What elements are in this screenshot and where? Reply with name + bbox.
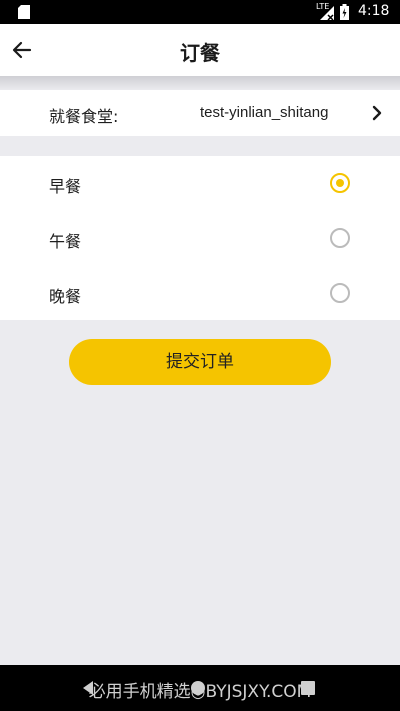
sd-card-icon [18, 5, 30, 19]
header-shadow [0, 76, 400, 90]
battery-icon [340, 4, 349, 20]
meal-label: 午餐 [49, 232, 82, 251]
watermark-text: 必用手机精选◎BYJSJXY.COM [88, 682, 312, 702]
signal-icon [320, 6, 334, 20]
radio-dot [336, 179, 344, 187]
navigation-bar: 必用手机精选◎BYJSJXY.COM [0, 665, 400, 711]
meal-option-lunch[interactable]: 午餐 [0, 211, 400, 265]
meal-option-dinner[interactable]: 晚餐 [0, 266, 400, 320]
chevron-right-icon [372, 105, 382, 121]
submit-order-button[interactable]: 提交订单 [69, 339, 331, 385]
radio-breakfast[interactable] [330, 173, 350, 193]
meal-options: 早餐 午餐 晚餐 [0, 156, 400, 320]
meal-option-breakfast[interactable]: 早餐 [0, 156, 400, 210]
meal-label: 早餐 [49, 177, 82, 196]
meal-label: 晚餐 [49, 287, 82, 306]
page-title: 订餐 [180, 41, 220, 65]
canteen-label: 就餐食堂: [49, 107, 119, 126]
canteen-value: test-yinlian_shitang [200, 104, 329, 121]
status-time: 4:18 [358, 3, 390, 19]
radio-dinner[interactable] [330, 283, 350, 303]
status-bar: LTE 4:18 [0, 0, 400, 24]
radio-lunch[interactable] [330, 228, 350, 248]
canteen-selector[interactable]: 就餐食堂: test-yinlian_shitang [0, 90, 400, 136]
app-bar: 订餐 [0, 24, 400, 76]
